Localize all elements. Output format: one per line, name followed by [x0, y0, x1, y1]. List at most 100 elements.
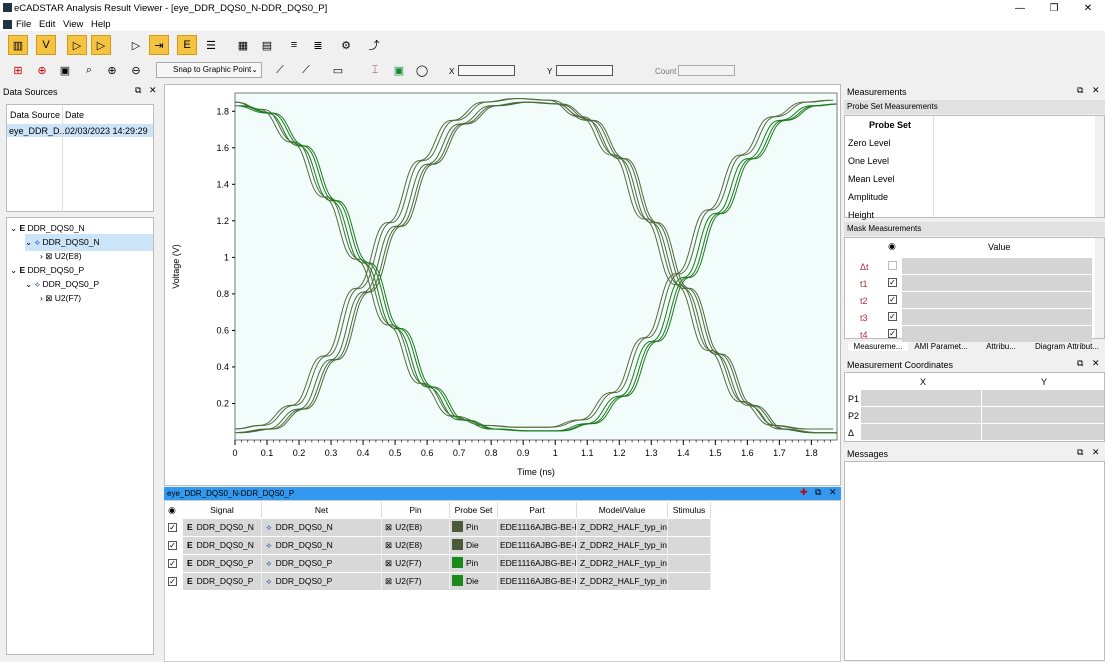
color-swatch[interactable]: [452, 575, 463, 587]
table-row[interactable]: ✓ E DDR_DQS0_P ⟡ DDR_DQS0_P ⊠ U2(F7) Die EDE1116…: [167, 573, 712, 590]
eye-mask-icon[interactable]: ▣: [389, 60, 409, 80]
float-icon[interactable]: ⧉: [815, 487, 821, 498]
color-swatch[interactable]: [452, 557, 463, 569]
zoom-area-icon[interactable]: ⊕: [32, 60, 52, 80]
ellipse-icon[interactable]: ◯: [412, 60, 432, 80]
col-probe[interactable]: Probe Set: [450, 502, 498, 518]
menu-help[interactable]: Help: [91, 19, 111, 30]
close-icon[interactable]: ✕: [829, 487, 837, 498]
waveform-icon[interactable]: ▥: [8, 35, 28, 55]
col-sig[interactable]: Signal: [183, 502, 262, 518]
probe-item[interactable]: Amplitude: [848, 192, 888, 202]
x-field[interactable]: [458, 65, 515, 76]
pin-icon[interactable]: ✚: [800, 487, 808, 498]
tab-0[interactable]: Measureme...: [848, 342, 908, 351]
measurement-tabs: Measureme... AMI Paramet... Attribu... Diag…: [844, 340, 1105, 353]
stack-icon[interactable]: ≣: [308, 35, 328, 55]
zoom-box-icon[interactable]: ▣: [55, 60, 75, 80]
coord-x-value: [861, 407, 981, 423]
marker-icon[interactable]: ▭: [328, 60, 348, 80]
close-icon[interactable]: ✕: [1092, 85, 1100, 96]
mask-checkbox[interactable]: ✓: [888, 312, 897, 321]
mask-checkbox[interactable]: [888, 261, 897, 270]
y-field[interactable]: [556, 65, 613, 76]
restore-icon[interactable]: ❐: [1037, 1, 1071, 16]
probe-item[interactable]: Zero Level: [848, 138, 891, 148]
list-icon[interactable]: ☰: [201, 35, 221, 55]
table-row[interactable]: ✓ E DDR_DQS0_N ⟡ DDR_DQS0_N ⊠ U2(E8) Pin EDE1116…: [167, 519, 712, 536]
probe-item[interactable]: Height: [848, 210, 874, 220]
float-icon[interactable]: ⧉: [1077, 85, 1083, 96]
part-cell: EDE1116AJBG-BE-F: [498, 537, 577, 554]
zoom-fit-icon[interactable]: ⌕: [79, 60, 99, 80]
menu-file[interactable]: File: [16, 19, 31, 30]
export-icon[interactable]: ▦: [233, 35, 253, 55]
color-swatch[interactable]: [452, 539, 463, 551]
visible-checkbox[interactable]: ✓: [168, 523, 177, 532]
mask-item: t2: [860, 296, 868, 306]
table-row[interactable]: ✓ E DDR_DQS0_P ⟡ DDR_DQS0_P ⊠ U2(F7) Pin EDE1116…: [167, 555, 712, 572]
visible-checkbox[interactable]: ✓: [168, 577, 177, 586]
mask-checkbox[interactable]: ✓: [888, 329, 897, 338]
visible-checkbox[interactable]: ✓: [168, 559, 177, 568]
gear-icon[interactable]: ⚙: [336, 35, 356, 55]
probe-item[interactable]: Mean Level: [848, 174, 895, 184]
stimulus-cell: [668, 537, 711, 554]
fit-icon[interactable]: ⊞: [8, 60, 28, 80]
scrollbar[interactable]: [1095, 116, 1104, 217]
layers-icon[interactable]: ≡: [284, 35, 304, 55]
close-icon[interactable]: ✕: [149, 85, 157, 96]
snap-dropdown[interactable]: Snap to Graphic Point ⌄: [156, 62, 262, 78]
pin-cell: ⊠ U2(E8): [382, 519, 450, 536]
tab-2[interactable]: Attribu...: [982, 342, 1020, 351]
close-icon[interactable]: ✕: [1092, 358, 1100, 369]
mask-checkbox[interactable]: ✓: [888, 278, 897, 287]
probe-p-icon[interactable]: ▷: [67, 35, 87, 55]
probe-item[interactable]: One Level: [848, 156, 889, 166]
source-cell: eye_DDR_D...: [9, 126, 68, 136]
x-axis-label: Time (ns): [517, 467, 555, 477]
eye-visibility-icon[interactable]: ◉: [168, 505, 176, 516]
float-icon[interactable]: ⧉: [1077, 358, 1083, 369]
close-icon[interactable]: ✕: [1071, 1, 1105, 16]
float-icon[interactable]: ⧉: [135, 85, 141, 96]
curve-icon[interactable]: ⤴: [364, 35, 384, 55]
scrollbar[interactable]: [1095, 238, 1104, 338]
minimize-icon[interactable]: —: [1003, 1, 1037, 16]
mask-item: t4: [860, 330, 868, 340]
tree-item[interactable]: › ⊠ U2(F7): [40, 290, 81, 307]
color-swatch[interactable]: [452, 521, 463, 533]
col-pin[interactable]: Pin: [382, 502, 450, 518]
menu-view[interactable]: View: [63, 19, 83, 30]
table-row[interactable]: ✓ E DDR_DQS0_N ⟡ DDR_DQS0_N ⊠ U2(E8) Die EDE1116…: [167, 537, 712, 554]
close-icon[interactable]: ✕: [1092, 447, 1100, 458]
eye-diagram-chart[interactable]: 1.8 1.6 1.4 1.2 1 0.8 0.6 0.4 0.2 0 0.1 0.2 0.3 0.4 0.…: [165, 85, 842, 487]
probe-d-icon[interactable]: ▷: [91, 35, 111, 55]
menu-edit[interactable]: Edit: [39, 19, 55, 30]
v-measure-icon[interactable]: V: [36, 35, 56, 55]
measure-icon[interactable]: ⟋: [296, 60, 316, 80]
report-icon[interactable]: ▤: [257, 35, 277, 55]
tab-1[interactable]: AMI Paramet...: [910, 342, 972, 351]
play-icon[interactable]: ▷: [126, 35, 146, 55]
count-label: Count: [655, 67, 677, 76]
col-stim[interactable]: Stimulus: [668, 502, 711, 518]
eye-icon: E: [187, 540, 193, 550]
ruler-icon[interactable]: ⟋: [270, 60, 290, 80]
col-part[interactable]: Part: [498, 502, 577, 518]
mask-icon[interactable]: ⌶: [365, 60, 385, 80]
col-net[interactable]: Net: [262, 502, 382, 518]
signal-cell: E DDR_DQS0_N: [183, 537, 262, 554]
eye-visibility-icon[interactable]: ◉: [888, 241, 896, 252]
mask-checkbox[interactable]: ✓: [888, 295, 897, 304]
zoom-in-icon[interactable]: ⊕: [102, 60, 122, 80]
eye-icon[interactable]: E: [177, 35, 197, 55]
visible-checkbox[interactable]: ✓: [168, 541, 177, 550]
float-icon[interactable]: ⧉: [1077, 447, 1083, 458]
data-source-row[interactable]: eye_DDR_D... 02/03/2023 14:29:29: [7, 124, 153, 137]
tab-3[interactable]: Diagram Attribut...: [1032, 342, 1102, 351]
col-model[interactable]: Model/Value: [577, 502, 668, 518]
zoom-out-icon[interactable]: ⊖: [126, 60, 146, 80]
step-icon[interactable]: ⇥: [149, 35, 169, 55]
doc-icon: [3, 20, 12, 29]
